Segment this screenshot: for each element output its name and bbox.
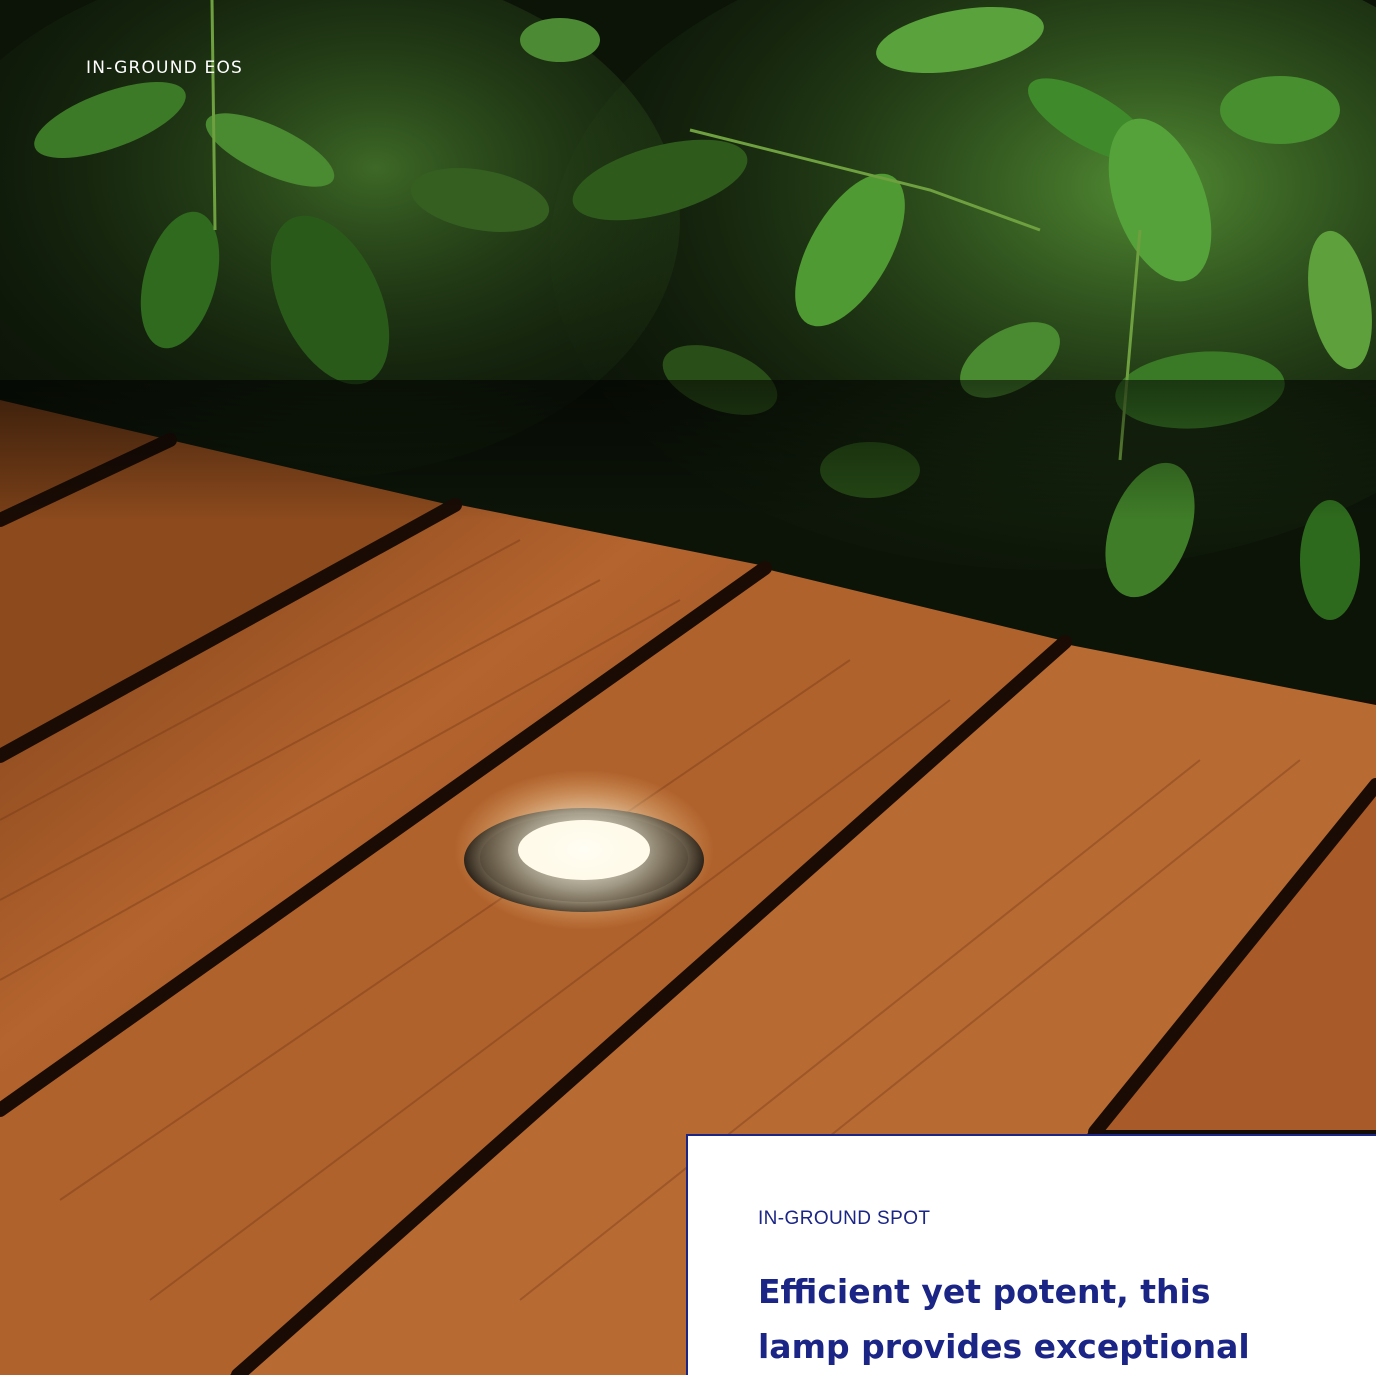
headline-line: lamp provides exceptional [758,1327,1250,1366]
category-label: IN-GROUND SPOT [758,1208,931,1229]
brand-title: IN-GROUND EOS [86,58,244,78]
headline-line: Efficient yet potent, this [758,1272,1211,1311]
product-info-card: IN-GROUND SPOT Efficient yet potent, thi… [686,1134,1376,1375]
headline: Efficient yet potent, this lamp provides… [758,1264,1318,1374]
